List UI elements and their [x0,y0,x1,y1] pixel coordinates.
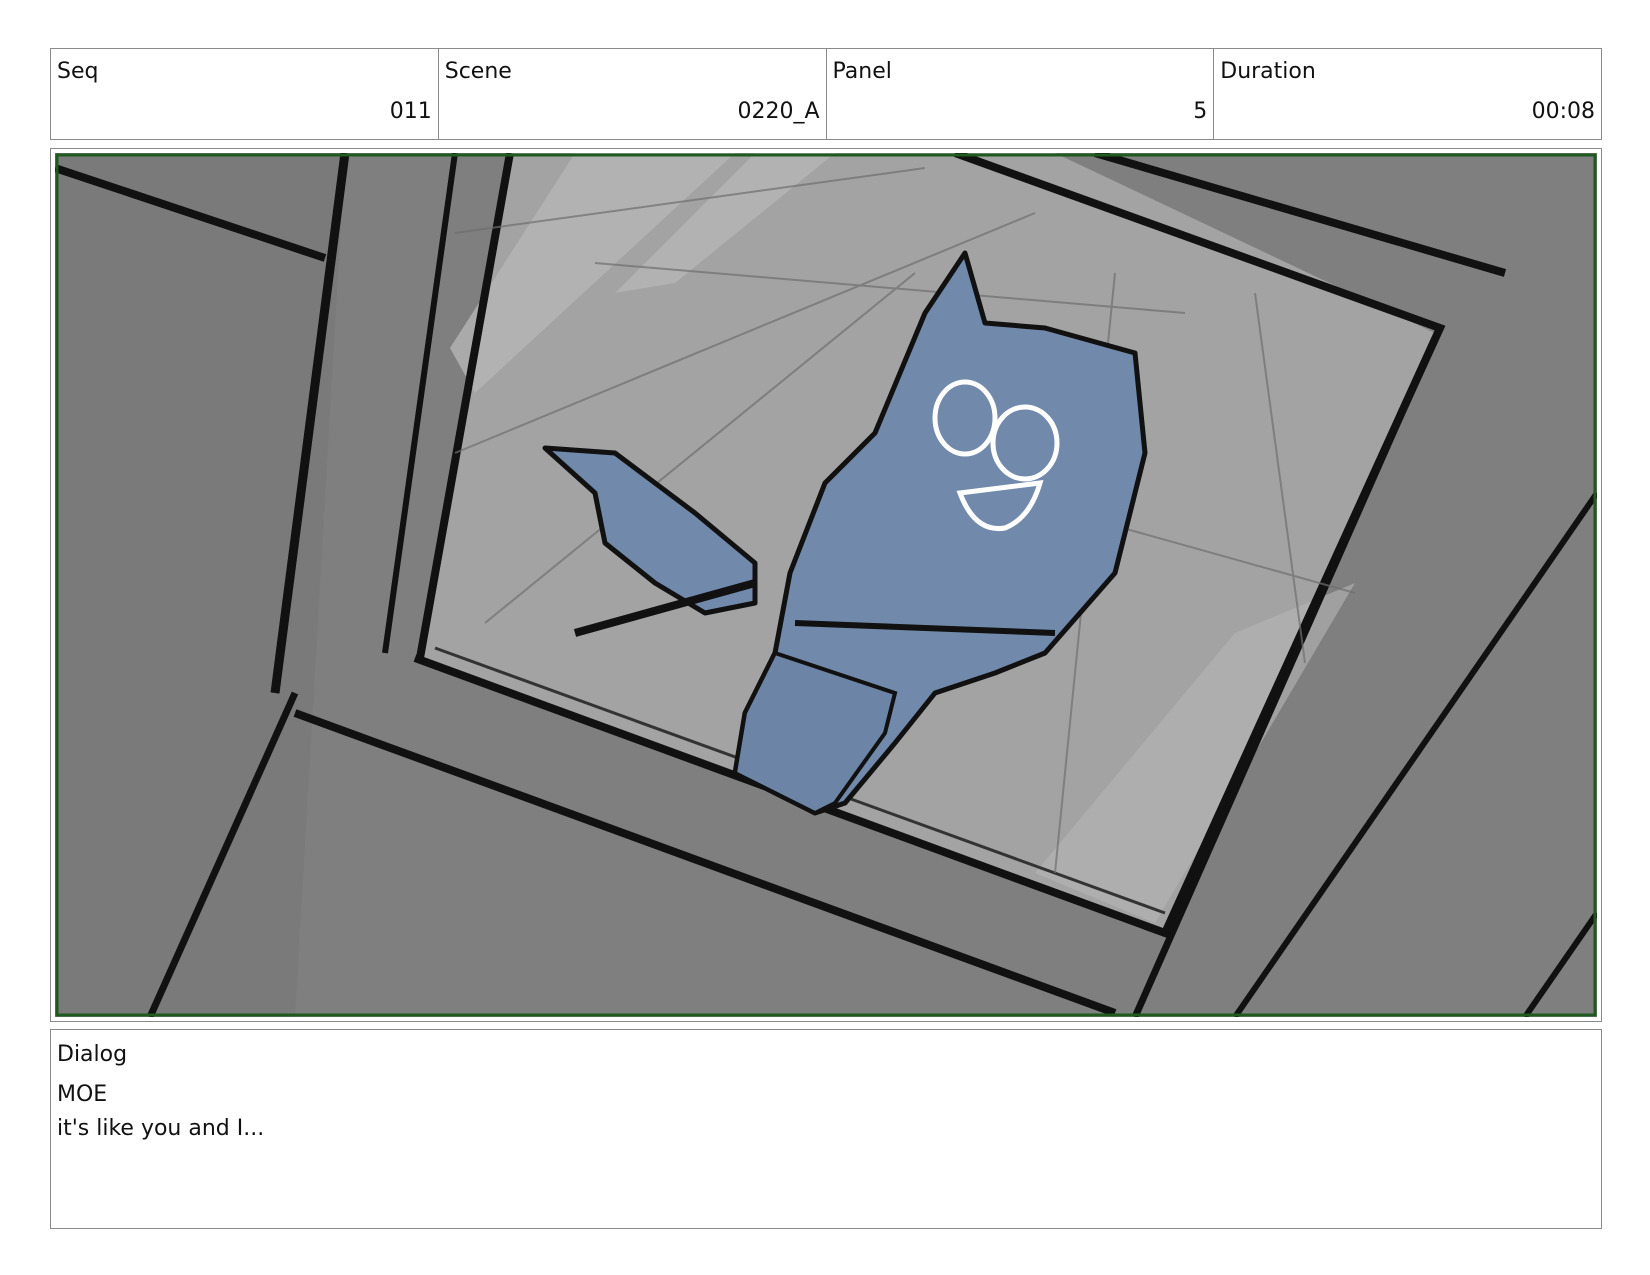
dialog-speaker: MOE [57,1082,108,1107]
storyboard-panel-frame [50,148,1602,1022]
dialog-label: Dialog [57,1042,128,1067]
seq-label: Seq [57,59,99,84]
left-wall-shade [55,153,345,1017]
panel-value: 5 [1193,99,1208,124]
duration-label: Duration [1220,59,1316,84]
dialog-line: it's like you and I... [57,1116,265,1141]
scene-cell: Scene 0220_A [439,49,827,139]
duration-cell: Duration 00:08 [1214,49,1601,139]
scene-value: 0220_A [737,99,820,124]
scene-label: Scene [444,59,512,84]
duration-value: 00:08 [1531,99,1595,124]
storyboard-drawing [55,153,1597,1017]
seq-cell: Seq 011 [51,49,439,139]
panel-cell: Panel 5 [827,49,1215,139]
panel-label: Panel [832,59,892,84]
dialog-box: Dialog MOE it's like you and I... [50,1029,1602,1229]
panel-info-header: Seq 011 Scene 0220_A Panel 5 Duration 00… [50,48,1602,140]
seq-value: 011 [389,99,432,124]
